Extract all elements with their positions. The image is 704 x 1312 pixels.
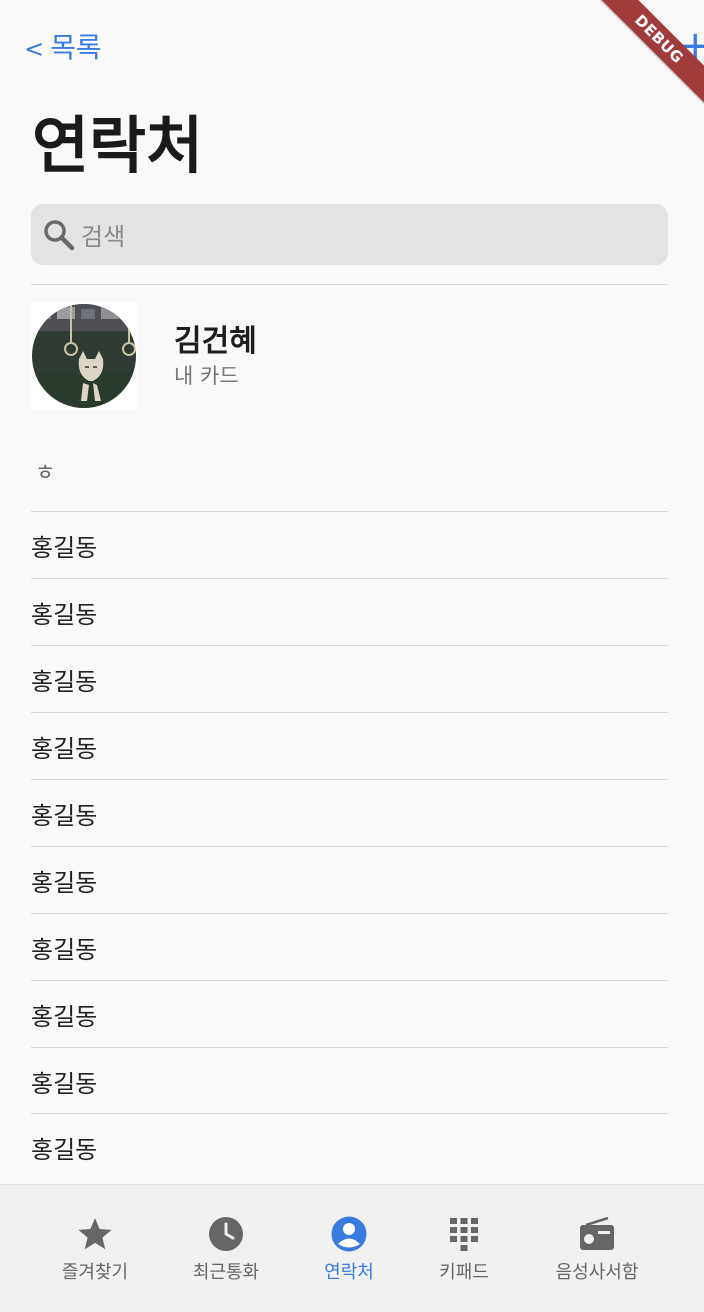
page-title: 연락처 <box>32 109 204 182</box>
my-card-name: 김건혜 <box>174 324 257 359</box>
search-placeholder: 검색 <box>81 223 126 251</box>
contact-row[interactable]: 홍길동 <box>31 712 668 779</box>
my-card-subtitle: 내 카드 <box>174 364 239 388</box>
back-label: 목록 <box>50 31 102 64</box>
tab-favorites-label: 즐겨찾기 <box>61 1262 129 1283</box>
voicemail-radio-icon <box>580 1216 614 1250</box>
search-field[interactable]: 검색 <box>31 204 668 265</box>
my-card-text: 김건혜 내 카드 <box>174 303 257 408</box>
debug-banner: DEBUG <box>589 0 704 109</box>
contact-row[interactable]: 홍길동 <box>31 913 668 980</box>
contact-row[interactable]: 홍길동 <box>31 578 668 645</box>
tab-keypad[interactable]: 키패드 <box>399 1215 529 1285</box>
contact-row[interactable]: 홍길동 <box>31 846 668 913</box>
contact-row[interactable]: 홍길동 <box>31 779 668 846</box>
contact-row[interactable]: 홍길동 <box>31 980 668 1047</box>
contact-row[interactable]: 홍길동 <box>31 645 668 712</box>
tab-voicemail[interactable]: 음성사서함 <box>532 1215 662 1285</box>
back-button[interactable]: < 목록 <box>24 30 102 67</box>
search-icon <box>44 219 75 250</box>
clock-icon <box>209 1217 243 1251</box>
tab-recents[interactable]: 최근통화 <box>161 1215 291 1285</box>
tab-favorites[interactable]: 즐겨찾기 <box>30 1215 160 1285</box>
contacts-screen: < 목록 + DEBUG 연락처 검색 김건혜 내 카드 ㅎ 홍길동 홍길동 홍… <box>0 0 704 1312</box>
bottom-tab-bar: 즐겨찾기 최근통화 연락처 키패드 음성사서함 <box>0 1184 704 1312</box>
tab-contacts[interactable]: 연락처 <box>284 1215 414 1285</box>
contact-row[interactable]: 홍길동 <box>31 1047 668 1114</box>
tab-recents-label: 최근통화 <box>192 1262 260 1283</box>
star-icon <box>78 1218 112 1250</box>
tab-contacts-label: 연락처 <box>324 1262 374 1283</box>
avatar-image <box>32 304 136 408</box>
avatar <box>31 303 137 409</box>
person-icon <box>331 1216 367 1252</box>
contact-row[interactable]: 홍길동 <box>31 1113 668 1180</box>
contact-row[interactable]: 홍길동 <box>31 511 668 578</box>
keypad-icon <box>450 1218 478 1251</box>
divider <box>31 284 668 285</box>
tab-keypad-label: 키패드 <box>439 1262 489 1283</box>
section-header: ㅎ <box>35 461 56 486</box>
my-card[interactable]: 김건혜 내 카드 <box>31 303 668 409</box>
chevron-left-icon: < <box>24 35 45 63</box>
tab-voicemail-label: 음성사서함 <box>555 1262 639 1283</box>
